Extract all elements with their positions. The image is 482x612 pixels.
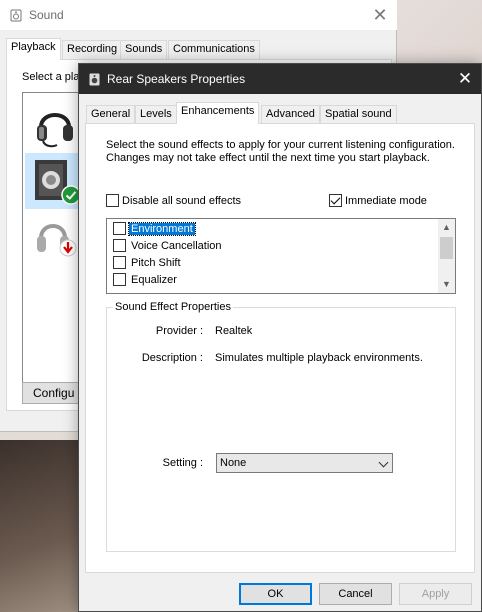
tab-levels[interactable]: Levels	[135, 105, 177, 123]
effect-label: Environment	[128, 221, 196, 236]
enhancements-panel: Select the sound effects to apply for yo…	[85, 123, 475, 573]
ok-button[interactable]: OK	[239, 583, 312, 605]
enhancements-intro-text: Select the sound effects to apply for yo…	[106, 139, 455, 164]
setting-label: Setting :	[162, 457, 203, 469]
dialog-close-button[interactable]: ✕	[450, 66, 480, 92]
apply-button[interactable]: Apply	[399, 583, 472, 605]
effect-checkbox[interactable]	[113, 256, 126, 269]
group-legend: Sound Effect Properties	[113, 301, 233, 313]
rear-speakers-properties-dialog: Rear Speakers Properties ✕ General Level…	[78, 63, 482, 612]
dialog-titlebar[interactable]: Rear Speakers Properties ✕	[79, 64, 481, 94]
device-item-rear-speakers[interactable]	[25, 153, 81, 209]
effect-environment[interactable]: Environment	[113, 220, 196, 237]
disable-all-effects-box[interactable]	[106, 194, 119, 207]
device-item-headphones[interactable]	[25, 209, 81, 265]
provider-label: Provider :	[155, 325, 203, 337]
effect-checkbox[interactable]	[113, 222, 126, 235]
tab-sounds[interactable]: Sounds	[120, 40, 168, 59]
tab-general[interactable]: General	[86, 105, 136, 123]
tab-enhancements[interactable]: Enhancements	[176, 102, 260, 124]
effects-scrollbar[interactable]: ▲ ▼	[438, 219, 455, 293]
dialog-title: Rear Speakers Properties	[107, 72, 246, 86]
immediate-mode-box[interactable]	[329, 194, 342, 207]
cancel-button[interactable]: Cancel	[319, 583, 392, 605]
sound-titlebar[interactable]: Sound ✕	[0, 0, 397, 30]
playback-device-list[interactable]	[22, 92, 82, 388]
setting-selected-value: None	[220, 457, 247, 469]
headset-icon	[37, 113, 73, 148]
disable-all-effects-label: Disable all sound effects	[122, 194, 242, 207]
tab-spatial-sound[interactable]: Spatial sound	[320, 105, 397, 123]
scroll-up-icon[interactable]: ▲	[438, 219, 455, 236]
effect-checkbox[interactable]	[113, 273, 126, 286]
immediate-mode-checkbox[interactable]: Immediate mode	[329, 194, 427, 207]
scroll-thumb[interactable]	[440, 237, 453, 259]
tab-recording[interactable]: Recording	[62, 40, 123, 59]
tab-advanced[interactable]: Advanced	[261, 105, 320, 123]
speaker-app-icon	[10, 9, 22, 22]
setting-dropdown[interactable]: None	[216, 453, 393, 473]
unplugged-arrow-icon	[59, 239, 77, 257]
tab-playback[interactable]: Playback	[6, 38, 61, 60]
effect-checkbox[interactable]	[113, 239, 126, 252]
sound-window-title: Sound	[29, 8, 64, 22]
description-value: Simulates multiple playback environments…	[215, 352, 423, 364]
disable-all-effects-checkbox[interactable]: Disable all sound effects	[106, 194, 241, 207]
tab-communications[interactable]: Communications	[168, 40, 260, 59]
device-item-headset[interactable]	[25, 97, 81, 153]
immediate-mode-label: Immediate mode	[345, 194, 427, 207]
effect-label: Equalizer	[131, 273, 177, 286]
description-label: Description :	[141, 352, 203, 364]
effect-voice-cancellation[interactable]: Voice Cancellation	[113, 237, 224, 254]
sound-effect-properties-group: Sound Effect Properties Provider : Realt…	[106, 301, 456, 552]
effect-pitch-shift[interactable]: Pitch Shift	[113, 254, 183, 271]
effect-label: Pitch Shift	[131, 256, 181, 269]
speaker-app-icon	[89, 73, 100, 86]
provider-value: Realtek	[215, 325, 253, 337]
effect-equalizer[interactable]: Equalizer	[113, 271, 179, 288]
sound-effects-list[interactable]: Environment Voice Cancellation Pitch Shi…	[106, 218, 456, 294]
effect-label: Voice Cancellation	[131, 239, 222, 252]
scroll-down-icon[interactable]: ▼	[438, 276, 455, 293]
chevron-down-icon	[378, 457, 389, 468]
sound-close-button[interactable]: ✕	[364, 2, 396, 28]
